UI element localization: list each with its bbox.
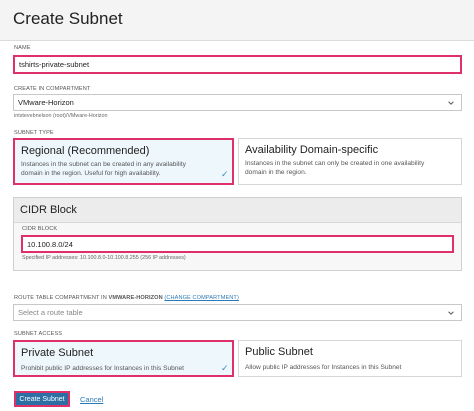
route-table-compartment-name: VMWARE-HORIZON <box>108 295 163 301</box>
subnet-type-ad-specific-title: Availability Domain-specific <box>245 144 379 156</box>
subnet-access-label: SUBNET ACCESS <box>14 331 63 337</box>
subnet-access-private-card[interactable]: Private Subnet Prohibit public IP addres… <box>13 340 234 377</box>
route-table-label-text: ROUTE TABLE COMPARTMENT IN <box>14 295 107 301</box>
cidr-hint: Specified IP addresses: 10.100.8.0-10.10… <box>22 255 186 261</box>
cidr-input[interactable]: 10.100.8.0/24 <box>21 235 454 253</box>
compartment-path: intstevebnelson (root)/VMware-Horizon <box>14 113 108 119</box>
route-table-select[interactable]: Select a route table <box>13 304 462 321</box>
chevron-down-icon <box>448 100 454 105</box>
subnet-type-ad-specific-card[interactable]: Availability Domain-specific Instances i… <box>238 138 462 185</box>
subnet-type-regional-title: Regional (Recommended) <box>21 145 150 157</box>
subnet-type-regional-desc-1: Instances in the subnet can be created i… <box>21 161 186 168</box>
route-table-placeholder: Select a route table <box>18 308 83 317</box>
chevron-down-icon <box>448 310 454 315</box>
create-subnet-button[interactable]: Create Subnet <box>14 391 70 407</box>
cidr-label: CIDR BLOCK <box>22 226 58 232</box>
route-table-label: ROUTE TABLE COMPARTMENT IN VMWARE-HORIZO… <box>14 295 239 301</box>
cidr-section-title: CIDR Block <box>20 204 77 216</box>
compartment-select-value: VMware-Horizon <box>18 98 74 107</box>
subnet-type-regional-card[interactable]: Regional (Recommended) Instances in the … <box>13 138 234 185</box>
check-icon: ✓ <box>221 363 229 373</box>
cancel-link[interactable]: Cancel <box>80 395 103 404</box>
subnet-access-public-card[interactable]: Public Subnet Allow public IP addresses … <box>238 340 462 377</box>
name-input-value: tshirts-private-subnet <box>19 60 90 69</box>
cidr-input-value: 10.100.8.0/24 <box>27 239 73 249</box>
subnet-type-ad-specific-desc-1: Instances in the subnet can only be crea… <box>245 160 425 167</box>
subnet-access-public-title: Public Subnet <box>245 346 313 358</box>
subnet-access-private-title: Private Subnet <box>21 347 94 359</box>
subnet-type-regional-desc-2: domain in the region. Useful for high av… <box>21 170 161 177</box>
name-label: NAME <box>14 45 31 51</box>
check-icon: ✓ <box>221 169 229 179</box>
subnet-access-public-desc: Allow public IP addresses for Instances … <box>245 364 402 371</box>
cidr-section-header: CIDR Block <box>14 198 461 223</box>
subnet-access-private-desc: Prohibit public IP addresses for Instanc… <box>21 365 184 372</box>
compartment-select[interactable]: VMware-Horizon <box>13 94 462 111</box>
cidr-section: CIDR Block CIDR BLOCK 10.100.8.0/24 Spec… <box>13 197 462 271</box>
change-compartment-link[interactable]: (CHANGE COMPARTMENT) <box>164 295 239 301</box>
name-input[interactable]: tshirts-private-subnet <box>13 55 462 74</box>
page-title: Create Subnet <box>13 9 123 28</box>
compartment-label: CREATE IN COMPARTMENT <box>14 86 91 92</box>
dialog-header: Create Subnet <box>0 0 474 41</box>
subnet-type-ad-specific-desc-2: domain in the region. <box>245 169 307 176</box>
subnet-type-label: SUBNET TYPE <box>14 130 54 136</box>
